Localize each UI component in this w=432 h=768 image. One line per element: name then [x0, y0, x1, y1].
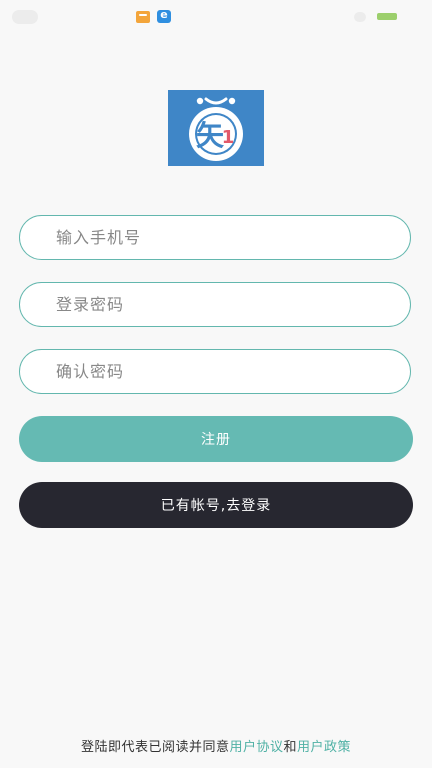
agreement-text: 登陆即代表已阅读并同意用户协议和用户政策: [0, 736, 432, 755]
signal-icon: [354, 12, 366, 22]
password-input[interactable]: [20, 283, 410, 326]
go-login-button[interactable]: 已有帐号,去登录: [19, 482, 413, 528]
browser-app-icon: [157, 8, 171, 23]
user-policy-link[interactable]: 用户政策: [297, 740, 351, 755]
phone-input-wrapper: [19, 215, 411, 260]
mail-app-icon: [136, 11, 150, 23]
svg-text:矢: 矢: [196, 119, 225, 152]
user-agreement-link[interactable]: 用户协议: [229, 740, 283, 755]
register-button[interactable]: 注册: [19, 416, 413, 462]
agreement-and: 和: [283, 740, 298, 755]
register-screen: 矢 1 注册 已有帐号,去登录 登陆即代表已阅读并同意用户协议和用户政策: [0, 0, 432, 768]
agreement-prefix: 登陆即代表已阅读并同意: [80, 740, 230, 755]
zhi-logo-icon: 矢 1: [168, 90, 264, 166]
password-input-wrapper: [19, 282, 411, 327]
svg-text:1: 1: [222, 127, 235, 148]
phone-input[interactable]: [20, 216, 410, 259]
battery-icon: [377, 13, 397, 20]
confirm-password-input-wrapper: [19, 349, 411, 394]
status-indicator-icon: [12, 10, 38, 24]
confirm-password-input[interactable]: [20, 350, 410, 393]
status-bar: [0, 0, 432, 30]
